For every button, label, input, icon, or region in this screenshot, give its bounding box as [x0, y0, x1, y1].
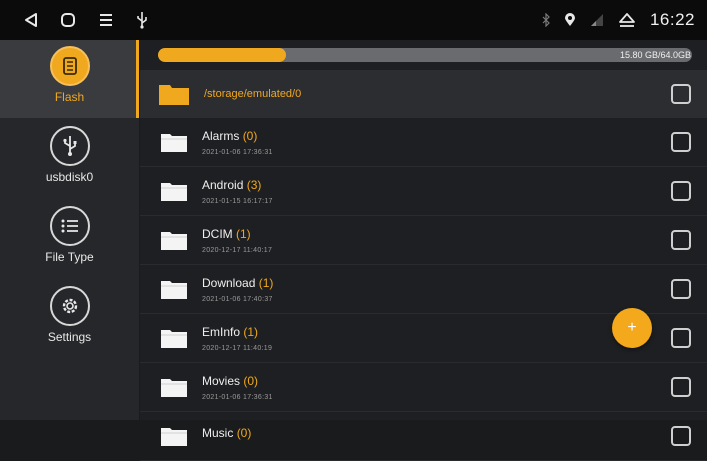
folder-icon	[160, 131, 188, 153]
folder-name: Alarms	[202, 128, 240, 143]
folder-checkbox[interactable]	[671, 279, 691, 299]
sidebar-item-label: Flash	[54, 90, 85, 104]
list-icon	[49, 206, 90, 246]
storage-progress-bar	[158, 48, 692, 62]
status-bar: 16:22	[0, 0, 707, 40]
folder-name-line: Android (3)	[202, 178, 273, 192]
folder-name-line: Download (1)	[202, 276, 273, 290]
folder-checkbox[interactable]	[671, 181, 691, 201]
file-list-panel: 15.80 GB/64.0GB /storage/emulated/0 Alar…	[140, 40, 707, 461]
folder-name: EmInfo	[202, 324, 241, 339]
folder-icon	[160, 376, 188, 398]
folder-icon	[158, 82, 190, 106]
storage-progress-fill	[158, 48, 287, 62]
folder-icon	[160, 327, 188, 349]
folder-checkbox[interactable]	[671, 377, 691, 397]
sidebar-item-label: Settings	[47, 330, 92, 344]
folder-name-line: Movies (0)	[202, 374, 273, 388]
folder-name-line: Music (0)	[202, 426, 251, 440]
folder-row[interactable]: Alarms (0) 2021-01-06 17:36:31	[140, 118, 707, 167]
folder-icon	[160, 229, 188, 251]
folder-item-count: (1)	[236, 226, 251, 241]
back-icon[interactable]	[24, 12, 38, 28]
menu-icon[interactable]	[98, 12, 114, 28]
folder-icon	[160, 180, 188, 202]
usb-icon	[49, 126, 90, 166]
folder-icon	[160, 278, 188, 300]
sidebar-item-flash[interactable]: Flash	[0, 40, 139, 118]
folder-name: Music	[202, 426, 234, 440]
clock: 16:22	[649, 10, 695, 29]
folder-item-count: (1)	[243, 324, 259, 339]
add-button[interactable]: +	[612, 308, 652, 348]
folder-checkbox[interactable]	[671, 230, 691, 250]
folder-date: 2021-01-06 17:36:31	[202, 148, 273, 156]
folder-meta: Download (1) 2021-01-06 17:40:37	[202, 276, 273, 303]
folder-name: Movies	[202, 373, 241, 388]
plus-icon: +	[627, 319, 637, 336]
folder-date: 2021-01-06 17:36:31	[202, 393, 273, 401]
sidebar-item-label: File Type	[45, 250, 94, 264]
sidebar-item-usbdisk0[interactable]: usbdisk0	[0, 120, 139, 198]
folder-name-line: Alarms (0)	[202, 129, 273, 143]
folder-date: 2020-12-17 11:40:19	[202, 344, 273, 352]
folder-icon	[160, 425, 188, 447]
home-icon[interactable]	[60, 12, 76, 28]
folder-item-count: (0)	[243, 373, 259, 388]
folder-checkbox[interactable]	[671, 328, 691, 348]
folder-checkbox[interactable]	[671, 426, 691, 446]
folder-item-count: (3)	[246, 177, 262, 192]
folder-date: 2021-01-15 16:17:17	[202, 197, 273, 205]
folder-meta: Alarms (0) 2021-01-06 17:36:31	[202, 129, 273, 156]
folder-row[interactable]: Movies (0) 2021-01-06 17:36:31	[140, 363, 707, 412]
folder-meta: DCIM (1) 2020-12-17 11:40:17	[202, 227, 272, 254]
folder-checkbox[interactable]	[671, 132, 691, 152]
gear-icon	[49, 286, 90, 326]
sidebar-item-settings[interactable]: Settings	[0, 280, 139, 358]
folder-row[interactable]: Download (1) 2021-01-06 17:40:37	[140, 265, 707, 314]
current-path: /storage/emulated/0	[204, 88, 302, 100]
storage-usage-text: 15.80 GB/64.0GB	[619, 50, 691, 60]
sidebar-item-file-type[interactable]: File Type	[0, 200, 139, 278]
folder-item-count: (1)	[258, 275, 274, 290]
folder-date: 2021-01-06 17:40:37	[202, 295, 273, 303]
current-path-row[interactable]: /storage/emulated/0	[140, 70, 707, 118]
select-all-checkbox[interactable]	[671, 84, 691, 104]
folder-name: Download	[202, 275, 256, 290]
folder-item-count: (0)	[242, 128, 258, 143]
folder-date: 2020-12-17 11:40:17	[202, 246, 273, 254]
folder-name: DCIM	[202, 226, 233, 241]
folder-name-line: EmInfo (1)	[202, 325, 272, 339]
usb-icon	[136, 11, 148, 29]
location-icon	[564, 13, 576, 27]
folder-name-line: DCIM (1)	[202, 227, 272, 241]
sidebar-item-label: usbdisk0	[45, 170, 94, 184]
folder-meta: Android (3) 2021-01-15 16:17:17	[202, 178, 273, 205]
folder-list: Alarms (0) 2021-01-06 17:36:31 Android (3)…	[140, 118, 707, 461]
sd-card-icon	[49, 46, 90, 86]
folder-name: Android	[202, 177, 244, 192]
folder-meta: Music (0)	[202, 426, 251, 446]
folder-row[interactable]: Music (0)	[140, 412, 707, 461]
eject-icon	[618, 12, 636, 28]
active-indicator	[136, 40, 139, 118]
bluetooth-icon	[542, 13, 550, 27]
folder-row[interactable]: DCIM (1) 2020-12-17 11:40:17	[140, 216, 707, 265]
sidebar: Flash usbdisk0 File Type Settings	[0, 40, 139, 420]
signal-icon	[590, 13, 604, 27]
folder-item-count: (0)	[236, 426, 252, 440]
folder-meta: Movies (0) 2021-01-06 17:36:31	[202, 374, 273, 401]
folder-meta: EmInfo (1) 2020-12-17 11:40:19	[202, 325, 272, 352]
folder-row[interactable]: Android (3) 2021-01-15 16:17:17	[140, 167, 707, 216]
